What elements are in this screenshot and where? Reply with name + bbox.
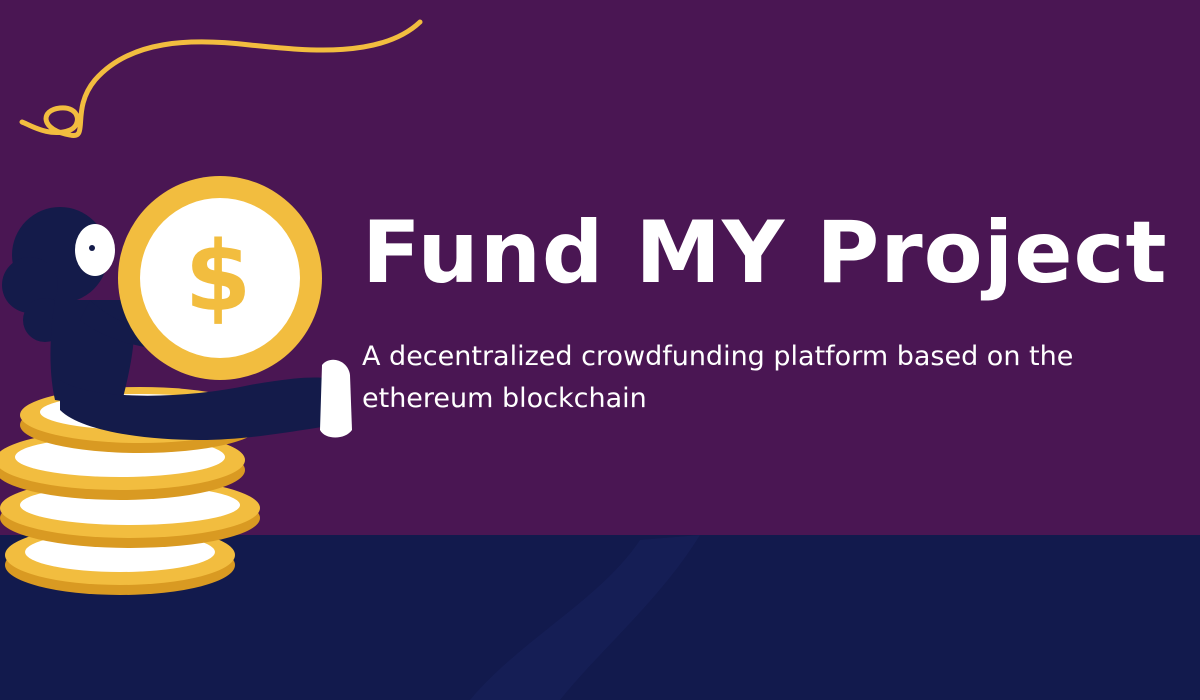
page-title: Fund MY Project <box>362 203 1168 303</box>
hero-banner: $ Fund MY Project A decentralized crowdf… <box>0 0 1200 700</box>
page-subtitle: A decentralized crowdfunding platform ba… <box>362 336 1192 420</box>
dollar-coin-icon: $ <box>118 176 322 380</box>
hand <box>208 329 236 347</box>
subtitle-line-1: A decentralized crowdfunding platform ba… <box>362 341 1074 372</box>
subtitle-line-2: ethereum blockchain <box>362 383 647 414</box>
dollar-symbol: $ <box>185 221 252 333</box>
squiggle-decoration <box>19 19 423 138</box>
